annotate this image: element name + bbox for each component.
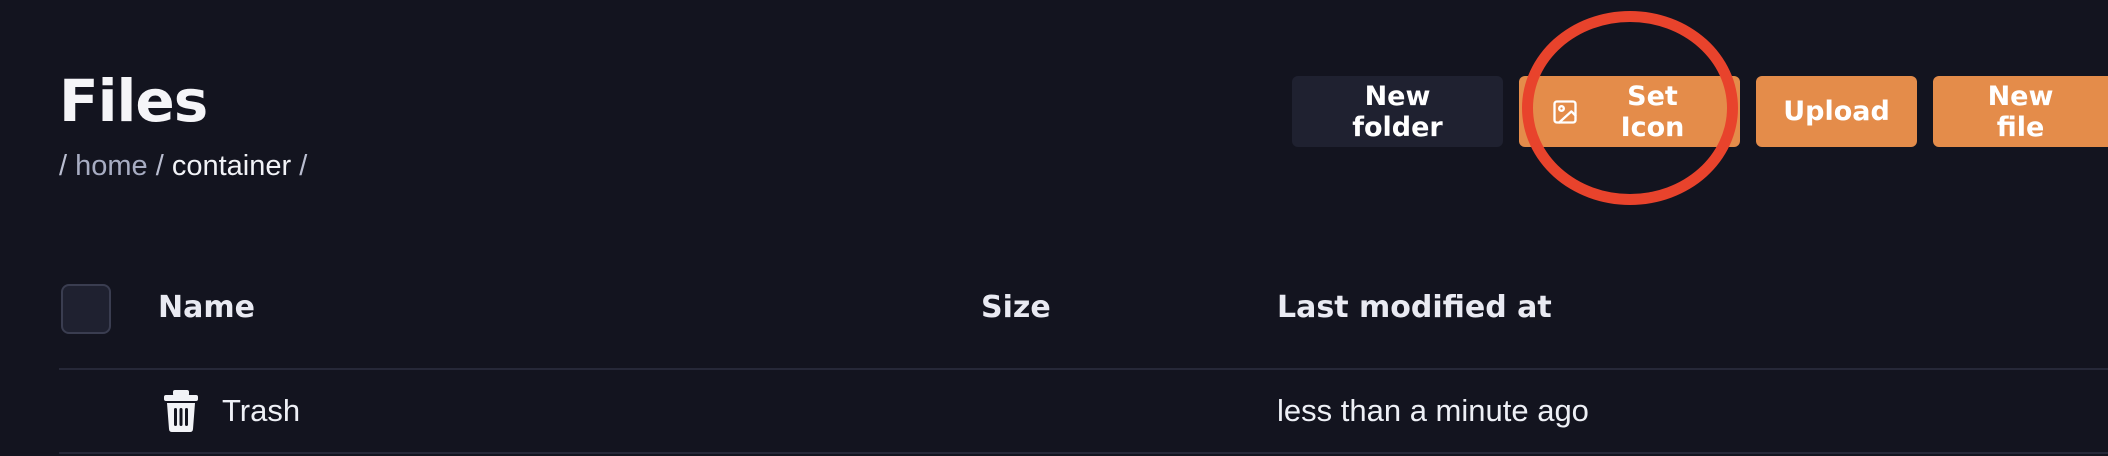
column-header-modified[interactable]: Last modified at	[1277, 287, 1552, 329]
row-name[interactable]: Trash	[222, 390, 300, 432]
select-all-checkbox[interactable]	[61, 284, 111, 334]
new-folder-label: New folder	[1352, 80, 1443, 143]
trash-icon	[163, 390, 199, 432]
set-icon-label: Set Icon	[1620, 80, 1685, 143]
new-file-label: New file	[1987, 80, 2054, 143]
image-icon	[1551, 98, 1579, 126]
page-title: Files	[59, 67, 208, 135]
table-row[interactable]: Trash less than a minute ago	[59, 370, 2108, 454]
toolbar: New folder Set Icon Upload New file	[1292, 76, 2108, 147]
column-header-size[interactable]: Size	[981, 287, 1051, 329]
new-file-button[interactable]: New file	[1933, 76, 2108, 147]
breadcrumb-separator: /	[299, 150, 308, 182]
new-folder-button[interactable]: New folder	[1292, 76, 1503, 147]
page-header: Files / home / container /	[59, 72, 307, 181]
breadcrumb-separator: /	[155, 150, 164, 182]
breadcrumb-item-container[interactable]: container	[172, 150, 291, 182]
files-page: Files / home / container / New folder Se…	[0, 0, 2108, 456]
file-table: Name Size Last modified at Trash less th…	[59, 275, 2108, 454]
table-header: Name Size Last modified at	[59, 275, 2108, 370]
breadcrumb-item-home[interactable]: home	[75, 150, 148, 182]
breadcrumb-separator: /	[59, 150, 68, 182]
breadcrumb: / home / container /	[59, 152, 307, 181]
upload-button[interactable]: Upload	[1756, 76, 1917, 147]
set-icon-button[interactable]: Set Icon	[1519, 76, 1740, 147]
upload-label: Upload	[1783, 96, 1890, 127]
column-header-name[interactable]: Name	[158, 287, 255, 329]
row-modified: less than a minute ago	[1277, 393, 1589, 428]
